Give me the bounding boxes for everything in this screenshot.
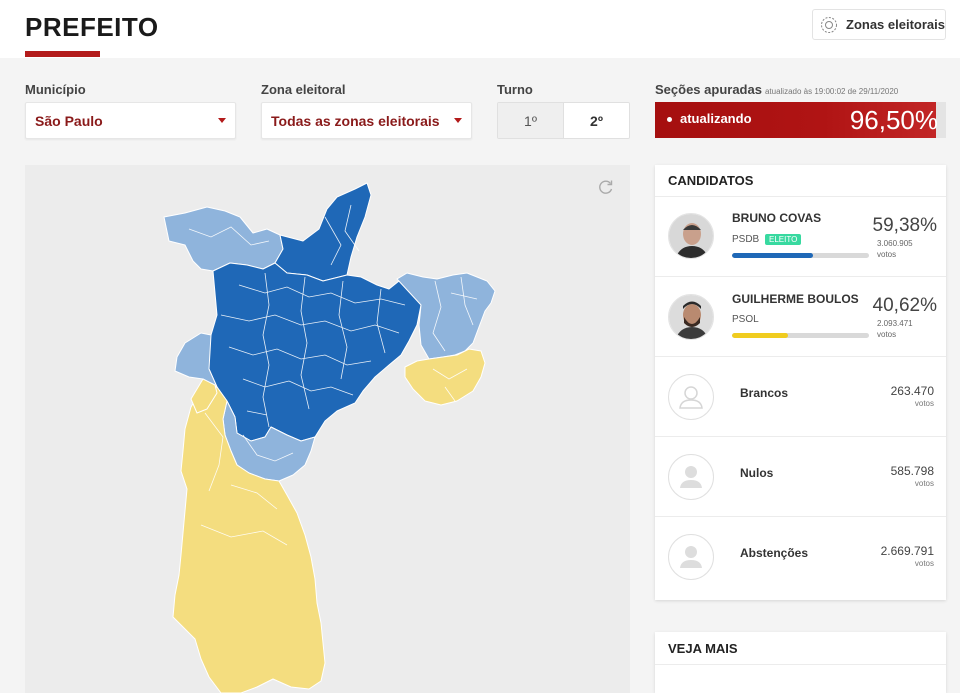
caret-down-icon bbox=[218, 118, 226, 123]
zonas-eleitorais-label: Zonas eleitorais bbox=[846, 17, 945, 32]
candidate-percent: 40,62% bbox=[872, 295, 937, 316]
candidate-votes: 2.093.471 votos bbox=[877, 318, 913, 340]
candidate-votes-unit: votos bbox=[877, 250, 897, 259]
candidate-row-covas[interactable]: BRUNO COVAS PSDB ELEITO 59,38% 3.060.905… bbox=[655, 197, 946, 277]
progress-percent: 96,50% bbox=[849, 105, 938, 135]
vote-bar-fill bbox=[732, 333, 788, 338]
title-underline bbox=[25, 51, 100, 57]
candidate-votes-count: 2.093.471 bbox=[877, 319, 913, 328]
sao-paulo-zones-map[interactable] bbox=[25, 165, 630, 693]
vote-bar bbox=[732, 333, 869, 338]
veja-mais-heading[interactable]: VEJA MAIS bbox=[655, 632, 946, 665]
candidate-votes-unit: votos bbox=[877, 330, 897, 339]
map-zone bbox=[404, 348, 486, 406]
reset-icon[interactable] bbox=[596, 177, 616, 197]
brancos-label: Brancos bbox=[740, 386, 789, 400]
avatar-covas bbox=[668, 213, 714, 259]
secoes-updated: atualizado às 19:00:02 de 29/11/2020 bbox=[764, 87, 899, 96]
candidate-row-boulos[interactable]: GUILHERME BOULOS PSOL 40,62% 2.093.471 v… bbox=[655, 277, 946, 357]
map-zone bbox=[274, 182, 372, 282]
abstencoes-row: Abstenções 2.669.791 votos bbox=[655, 517, 946, 597]
candidate-votes: 3.060.905 votos bbox=[877, 238, 913, 260]
nulos-count: 585.798 bbox=[890, 464, 934, 478]
zona-select[interactable]: Todas as zonas eleitorais bbox=[261, 102, 472, 139]
elected-badge: ELEITO bbox=[765, 234, 802, 245]
zonas-eleitorais-button[interactable]: Zonas eleitorais bbox=[812, 9, 946, 40]
municipio-value: São Paulo bbox=[35, 112, 103, 129]
secoes-title: Seções apuradas bbox=[655, 82, 762, 97]
candidate-votes-count: 3.060.905 bbox=[877, 239, 913, 248]
user-placeholder-icon bbox=[668, 454, 714, 500]
avatar-boulos bbox=[668, 294, 714, 340]
brancos-row: Brancos 263.470 votos bbox=[655, 357, 946, 437]
vote-bar-fill bbox=[732, 253, 814, 258]
target-icon bbox=[821, 16, 837, 33]
candidate-percent: 59,38% bbox=[872, 215, 937, 236]
municipio-select[interactable]: São Paulo bbox=[25, 102, 236, 139]
map-zone bbox=[204, 262, 424, 442]
secoes-label: Seções apuradas atualizado às 19:00:02 de… bbox=[655, 82, 898, 97]
vote-bar bbox=[732, 253, 869, 258]
candidate-name: BRUNO COVAS bbox=[732, 211, 822, 225]
candidate-party: PSDB bbox=[732, 234, 760, 245]
zona-label: Zona eleitoral bbox=[261, 82, 346, 97]
municipio-label: Município bbox=[25, 82, 86, 97]
brancos-count: 263.470 bbox=[890, 384, 934, 398]
status-dot bbox=[667, 117, 672, 122]
nulos-unit: votos bbox=[914, 479, 934, 488]
user-placeholder-icon bbox=[668, 534, 714, 580]
candidate-party: PSOL bbox=[732, 314, 759, 325]
secoes-progress-bar: atualizando 96,50% bbox=[655, 102, 946, 138]
map-zone bbox=[163, 206, 284, 272]
caret-down-icon bbox=[454, 118, 462, 123]
abstencoes-count: 2.669.791 bbox=[880, 544, 934, 558]
nulos-label: Nulos bbox=[740, 466, 774, 480]
candidatos-card: CANDIDATOS BRUNO COVAS PSDB ELEITO 59,38… bbox=[655, 165, 946, 600]
turno-label: Turno bbox=[497, 82, 533, 97]
turno-toggle: 1º 2º bbox=[497, 102, 630, 139]
abstencoes-label: Abstenções bbox=[740, 546, 809, 560]
candidatos-heading: CANDIDATOS bbox=[655, 165, 946, 197]
page-title: PREFEITO bbox=[25, 12, 159, 42]
zona-value: Todas as zonas eleitorais bbox=[271, 112, 440, 129]
brancos-unit: votos bbox=[914, 399, 934, 408]
candidate-name: GUILHERME BOULOS bbox=[732, 292, 859, 306]
abstencoes-unit: votos bbox=[914, 559, 934, 568]
nulos-row: Nulos 585.798 votos bbox=[655, 437, 946, 517]
turno-1-button[interactable]: 1º bbox=[498, 103, 564, 138]
veja-mais-card: VEJA MAIS bbox=[655, 632, 946, 693]
progress-status: atualizando bbox=[680, 111, 752, 126]
user-placeholder-icon bbox=[668, 374, 714, 420]
turno-2-button[interactable]: 2º bbox=[564, 103, 629, 138]
